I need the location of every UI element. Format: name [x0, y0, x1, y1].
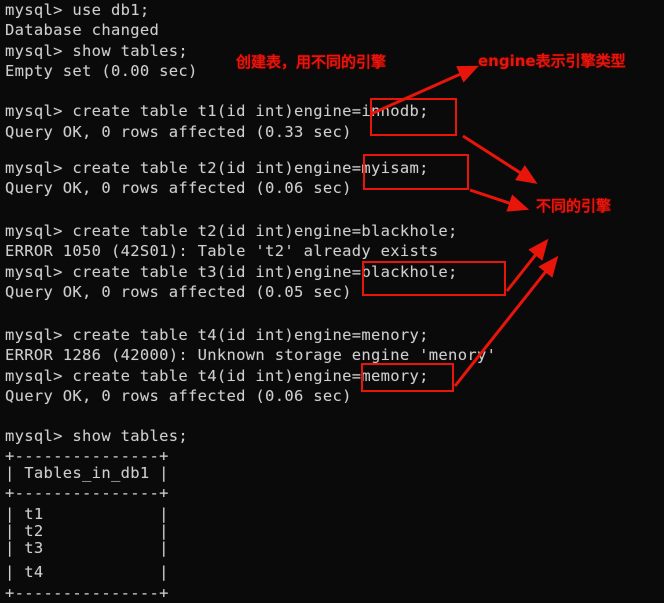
terminal-line: mysql> create table t2(id int)engine=myi…	[5, 159, 429, 177]
terminal-line: mysql> create table t4(id int)engine=men…	[5, 326, 429, 344]
terminal-line: | Tables_in_db1 |	[5, 464, 169, 482]
terminal-line: Query OK, 0 rows affected (0.06 sec)	[5, 179, 352, 197]
terminal-line: mysql> show tables;	[5, 42, 189, 60]
terminal-line: mysql> use db1;	[5, 1, 150, 19]
terminal-line: Query OK, 0 rows affected (0.06 sec)	[5, 387, 352, 405]
terminal-line: | t4 |	[5, 563, 169, 581]
terminal-line: Query OK, 0 rows affected (0.05 sec)	[5, 283, 352, 301]
terminal-line: | t3 |	[5, 539, 169, 557]
terminal-line: mysql> show tables;	[5, 427, 189, 445]
terminal-line: ERROR 1050 (42S01): Table 't2' already e…	[5, 242, 439, 260]
terminal-line: ERROR 1286 (42000): Unknown storage engi…	[5, 346, 497, 364]
terminal-line: +---------------+	[5, 484, 169, 502]
terminal-line: mysql> create table t4(id int)engine=mem…	[5, 367, 429, 385]
terminal-line: mysql> create table t2(id int)engine=bla…	[5, 222, 458, 240]
terminal-line: Query OK, 0 rows affected (0.33 sec)	[5, 123, 352, 141]
terminal-window[interactable]: mysql> use db1; Database changed mysql> sh…	[0, 0, 664, 602]
terminal-line: Empty set (0.00 sec)	[5, 62, 198, 80]
terminal-line: Database changed	[5, 21, 160, 39]
terminal-line: mysql> create table t3(id int)engine=bla…	[5, 263, 458, 281]
terminal-line: mysql> create table t1(id int)engine=inn…	[5, 102, 429, 120]
terminal-line: +---------------+	[5, 584, 169, 602]
